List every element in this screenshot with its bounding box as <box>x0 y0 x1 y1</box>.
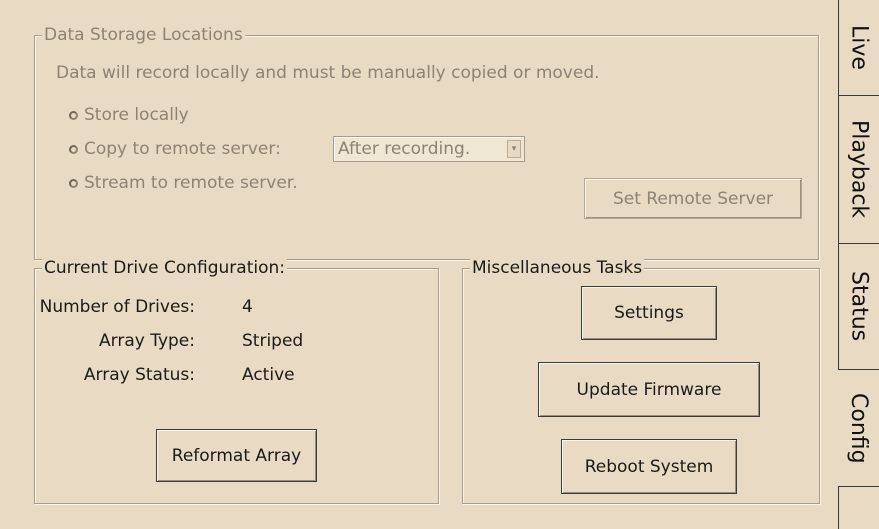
tab-status[interactable]: Status <box>838 244 879 370</box>
store-locally-option[interactable]: Store locally <box>69 104 189 126</box>
tab-status-label: Status <box>846 271 872 342</box>
set-remote-server-button[interactable]: Set Remote Server <box>584 178 802 219</box>
copy-mode-value: After recording. <box>338 139 471 159</box>
settings-button[interactable]: Settings <box>581 286 717 340</box>
tab-config-label: Config <box>846 392 871 464</box>
update-firmware-button[interactable]: Update Firmware <box>538 362 760 417</box>
reformat-array-button[interactable]: Reformat Array <box>156 429 317 482</box>
copy-mode-select[interactable]: After recording. ▾ <box>333 136 525 162</box>
config-panel: Data Storage Locations Data will record … <box>0 0 838 529</box>
tab-playback[interactable]: Playback <box>838 96 879 244</box>
tab-config[interactable]: Config <box>838 370 879 487</box>
number-of-drives-value: 4 <box>242 297 253 317</box>
misc-tasks-title: Miscellaneous Tasks <box>470 257 645 279</box>
tab-bar: Live Playback Status Config <box>838 0 879 529</box>
tab-playback-label: Playback <box>846 120 872 219</box>
drive-config-title: Current Drive Configuration: <box>42 257 287 279</box>
radio-icon[interactable] <box>69 110 78 120</box>
chevron-down-icon[interactable]: ▾ <box>507 140 521 158</box>
tab-live-label: Live <box>846 25 872 70</box>
radio-icon[interactable] <box>69 144 78 154</box>
array-status-label: Array Status: <box>83 365 195 385</box>
radio-icon[interactable] <box>69 178 78 188</box>
stream-remote-label: Stream to remote server. <box>84 173 298 193</box>
copy-remote-option[interactable]: Copy to remote server: <box>69 138 281 160</box>
stream-remote-option[interactable]: Stream to remote server. <box>69 172 298 194</box>
copy-remote-label: Copy to remote server: <box>84 139 281 159</box>
store-locally-label: Store locally <box>84 105 189 125</box>
reboot-system-button[interactable]: Reboot System <box>561 439 737 494</box>
tab-live[interactable]: Live <box>838 0 879 96</box>
number-of-drives-label: Number of Drives: <box>39 297 195 317</box>
array-type-value: Striped <box>242 331 304 351</box>
data-storage-title: Data Storage Locations <box>42 24 245 46</box>
tab-empty <box>838 487 879 529</box>
storage-description: Data will record locally and must be man… <box>56 63 600 83</box>
array-status-value: Active <box>242 365 295 385</box>
array-type-label: Array Type: <box>99 331 195 351</box>
